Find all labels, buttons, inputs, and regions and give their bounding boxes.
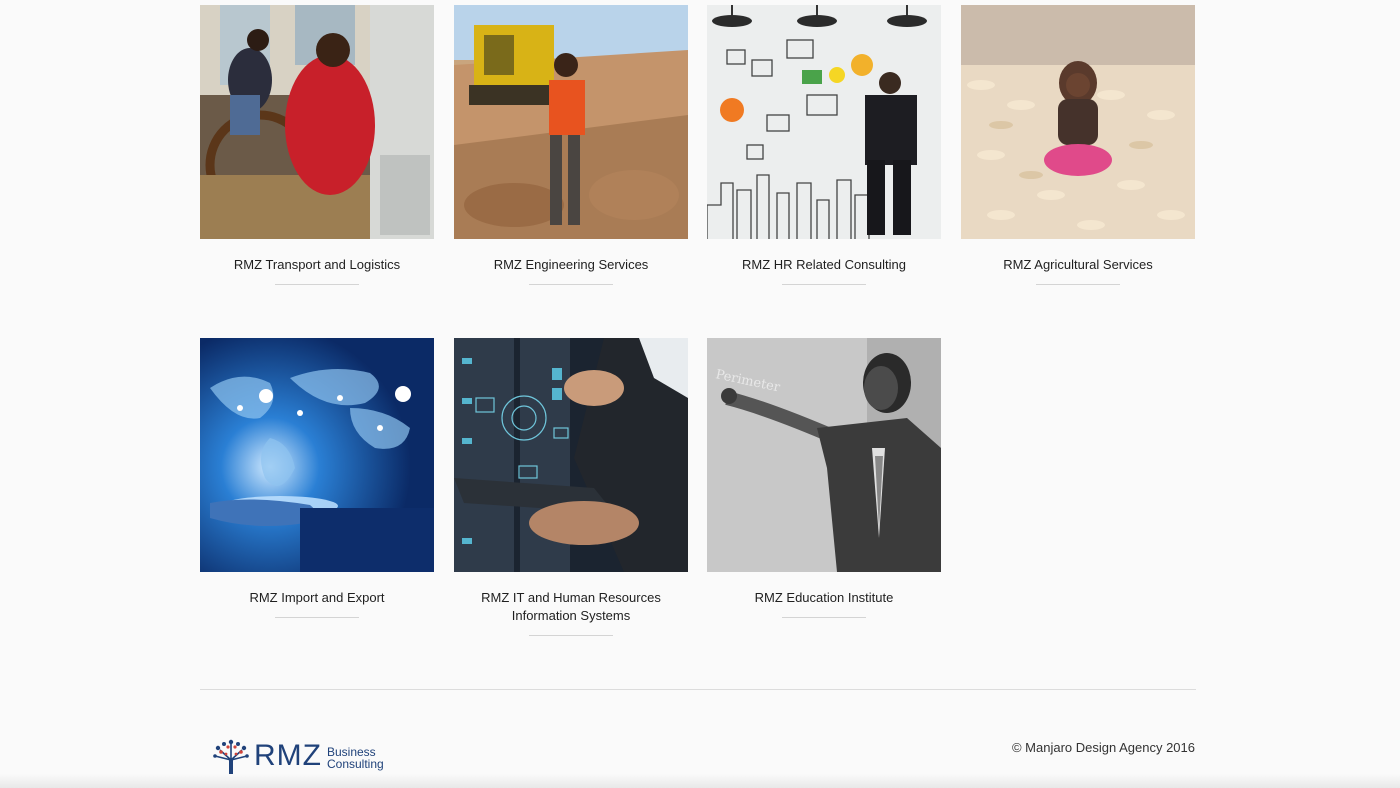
- service-card-engineering[interactable]: RMZ Engineering Services: [454, 5, 688, 285]
- footer-divider: [200, 689, 1196, 690]
- service-card-import-export[interactable]: RMZ Import and Export: [200, 338, 434, 618]
- photo-agriculture: [961, 5, 1195, 239]
- service-image-education[interactable]: Perimeter: [707, 338, 941, 572]
- service-image-import-export[interactable]: [200, 338, 434, 572]
- title-underline: [782, 617, 866, 618]
- title-underline: [782, 284, 866, 285]
- tree-logo-icon: [213, 739, 249, 774]
- service-card-transport[interactable]: RMZ Transport and Logistics: [200, 5, 434, 285]
- service-title[interactable]: RMZ Import and Export: [200, 589, 434, 607]
- logo-tagline: Business Consulting: [327, 746, 384, 770]
- title-underline: [275, 284, 359, 285]
- photo-it-systems: [454, 338, 688, 572]
- service-title[interactable]: RMZ Education Institute: [707, 589, 941, 607]
- service-card-hr-consulting[interactable]: RMZ HR Related Consulting: [707, 5, 941, 285]
- title-underline: [529, 635, 613, 636]
- service-image-agriculture[interactable]: [961, 5, 1195, 239]
- photo-transport: [200, 5, 434, 239]
- service-image-engineering[interactable]: [454, 5, 688, 239]
- photo-hr-consulting: [707, 5, 941, 239]
- photo-engineering: [454, 5, 688, 239]
- copyright-text: © Manjaro Design Agency 2016: [1011, 740, 1195, 755]
- photo-education: Perimeter: [707, 338, 941, 572]
- service-card-it-systems[interactable]: RMZ IT and Human Resources Information S…: [454, 338, 688, 636]
- logo-wordmark: RMZ: [254, 739, 322, 772]
- service-title[interactable]: RMZ Agricultural Services: [961, 256, 1195, 274]
- service-title[interactable]: RMZ HR Related Consulting: [707, 256, 941, 274]
- logo-tagline-line2: Consulting: [326, 757, 384, 771]
- service-card-agriculture[interactable]: RMZ Agricultural Services: [961, 5, 1195, 285]
- title-underline: [529, 284, 613, 285]
- title-underline: [1036, 284, 1120, 285]
- photo-import-export: [200, 338, 434, 572]
- service-image-hr-consulting[interactable]: [707, 5, 941, 239]
- title-underline: [275, 617, 359, 618]
- service-title[interactable]: RMZ Engineering Services: [454, 256, 688, 274]
- service-title[interactable]: RMZ IT and Human Resources Information S…: [454, 589, 688, 625]
- service-image-transport[interactable]: [200, 5, 434, 239]
- service-image-it-systems[interactable]: [454, 338, 688, 572]
- service-title[interactable]: RMZ Transport and Logistics: [200, 256, 434, 274]
- bottom-fade: [0, 774, 1400, 788]
- footer-logo[interactable]: RMZ Business Consulting: [212, 736, 384, 776]
- service-card-education[interactable]: Perimeter RMZ Education Institute: [707, 338, 941, 618]
